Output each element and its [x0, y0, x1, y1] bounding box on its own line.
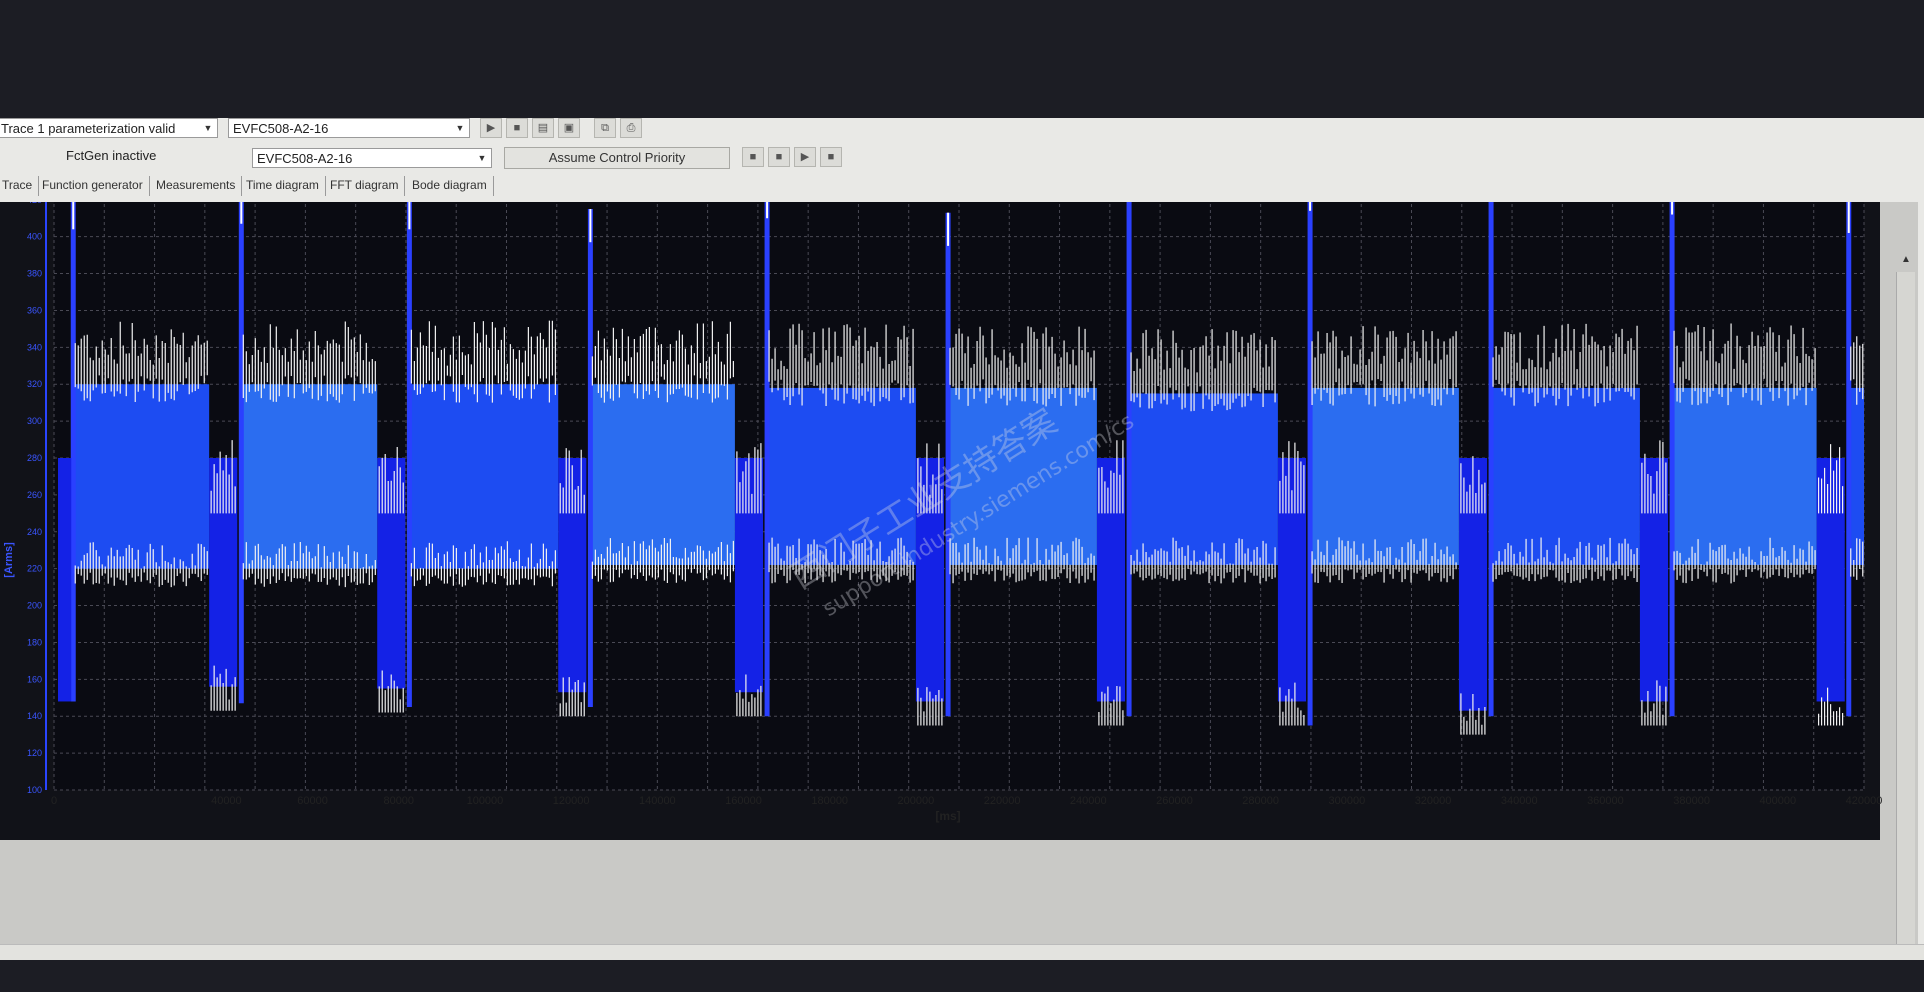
fctgen-device-select[interactable]: EVFC508-A2-16 ▼: [252, 148, 492, 168]
y-tick-label: 260: [27, 490, 42, 500]
y-tick-label: 360: [27, 305, 42, 315]
stop-icon: ■: [513, 122, 521, 134]
trace-tool-button[interactable]: ▤: [532, 118, 554, 138]
y-tick-label: 280: [27, 453, 42, 463]
tab-trace[interactable]: Trace: [0, 176, 40, 196]
fctgen-start-button[interactable]: ▶: [794, 147, 816, 167]
x-tick-label: 420000: [1846, 795, 1883, 807]
y-tick-label: 320: [27, 379, 42, 389]
fctgen-status: FctGen inactive: [66, 148, 157, 163]
x-tick-label: 100000: [467, 795, 504, 807]
x-tick-label: 260000: [1156, 795, 1193, 807]
y-tick-label: 380: [27, 269, 42, 279]
x-tick-label: 400000: [1759, 795, 1796, 807]
square-icon: ■: [749, 151, 757, 163]
chevron-down-icon: ▼: [203, 123, 213, 133]
chevron-down-icon: ▼: [455, 123, 465, 133]
time-diagram-panel: 100 120 140 160 180 200 220 240 260 280 300 320 340 3…: [0, 202, 1918, 960]
x-tick-label: 140000: [639, 795, 676, 807]
trace-device-label: EVFC508-A2-16: [233, 121, 329, 136]
x-tick-label: 40000: [211, 795, 242, 807]
series-plateau: [1489, 387, 1640, 565]
x-tick-label: 60000: [297, 795, 328, 807]
series-plateau: [407, 384, 559, 569]
square-icon: ■: [775, 151, 783, 163]
x-tick-label: 180000: [811, 795, 848, 807]
x-tick-label: 160000: [725, 795, 762, 807]
series-initial-segment: [58, 458, 72, 702]
x-tick-label: 220000: [984, 795, 1021, 807]
vertical-scrollbar[interactable]: ▲ ▼: [1896, 254, 1915, 960]
tab-fft-diagram[interactable]: FFT diagram: [324, 176, 406, 196]
x-axis-label: [ms]: [935, 809, 960, 823]
y-tick-label: 180: [27, 637, 42, 647]
y-tick-label: 340: [27, 342, 42, 352]
play-icon: ▶: [800, 151, 810, 163]
series-plateau: [1127, 393, 1278, 565]
series-plateau: [1308, 387, 1459, 565]
copy-icon: ⧉: [601, 122, 609, 134]
x-tick-label: 300000: [1328, 795, 1365, 807]
x-tick-label: 80000: [383, 795, 414, 807]
save-trace-button[interactable]: ▣: [558, 118, 580, 138]
time-diagram-chart: 100 120 140 160 180 200 220 240 260 280 300 320 340 3…: [0, 202, 1883, 840]
y-tick-label: 240: [27, 527, 42, 537]
trace-copy-button[interactable]: ⧉: [594, 118, 616, 138]
y-tick-label: 200: [27, 601, 42, 611]
trace-status-select[interactable]: Trace 1 parameterization valid ▼: [0, 118, 218, 138]
x-tick-label: 0: [51, 795, 57, 807]
x-tick-label: 200000: [898, 795, 935, 807]
save-icon: ▣: [563, 122, 575, 134]
assume-control-priority-button[interactable]: Assume Control Priority: [504, 147, 730, 169]
tab-measurements[interactable]: Measurements: [150, 176, 243, 196]
chevron-down-icon: ▼: [477, 153, 487, 163]
tab-bar: Trace Function generator Measurements Ti…: [0, 174, 1924, 198]
status-bar: [0, 944, 1924, 960]
x-tick-label: 280000: [1242, 795, 1279, 807]
fctgen-button-2[interactable]: ■: [768, 147, 790, 167]
y-tick-label: 300: [27, 416, 42, 426]
y-tick-label: 120: [27, 748, 42, 758]
x-tick-label: 320000: [1415, 795, 1452, 807]
x-tick-label: 240000: [1070, 795, 1107, 807]
y-axis-label: [Arms]: [3, 542, 15, 578]
trace-print-button[interactable]: ⎙: [620, 118, 642, 138]
x-tick-label: 120000: [553, 795, 590, 807]
tab-bode-diagram[interactable]: Bode diagram: [406, 176, 494, 196]
y-tick-label: 220: [27, 564, 42, 574]
series-plateau: [1670, 387, 1817, 565]
stop-trace-button[interactable]: ■: [506, 118, 528, 138]
trace-toolbar: Trace 1 parameterization valid ▼ EVFC508…: [0, 118, 1924, 140]
series-plateau: [71, 384, 210, 569]
y-tick-label: 400: [27, 232, 42, 242]
x-tick-label: 360000: [1587, 795, 1624, 807]
x-tick-label: 380000: [1673, 795, 1710, 807]
stop-icon: ■: [827, 151, 835, 163]
fctgen-toolbar: FctGen inactive EVFC508-A2-16 ▼ Assume C…: [0, 144, 1924, 170]
x-tick-label: 340000: [1501, 795, 1538, 807]
y-tick-label: 100: [27, 785, 42, 795]
y-tick-label: 140: [27, 711, 42, 721]
play-icon: ▶: [486, 122, 496, 134]
start-trace-button[interactable]: ▶: [480, 118, 502, 138]
y-tick-label: 160: [27, 674, 42, 684]
trace-status-label: Trace 1 parameterization valid: [1, 121, 176, 136]
fctgen-button-1[interactable]: ■: [742, 147, 764, 167]
fctgen-stop-button[interactable]: ■: [820, 147, 842, 167]
fctgen-device-label: EVFC508-A2-16: [257, 151, 353, 166]
print-icon: ⎙: [626, 122, 636, 134]
tool-icon: ▤: [537, 122, 549, 134]
series-plateau: [588, 384, 735, 565]
scroll-up-icon[interactable]: ▲: [1897, 254, 1915, 265]
series-plateau: [239, 384, 378, 569]
app-window: Trace 1 parameterization valid ▼ EVFC508…: [0, 118, 1924, 960]
tab-function-generator[interactable]: Function generator: [36, 176, 150, 196]
tab-time-diagram[interactable]: Time diagram: [240, 176, 326, 196]
trace-device-select[interactable]: EVFC508-A2-16 ▼: [228, 118, 470, 138]
y-tick-label: 420: [27, 202, 42, 205]
